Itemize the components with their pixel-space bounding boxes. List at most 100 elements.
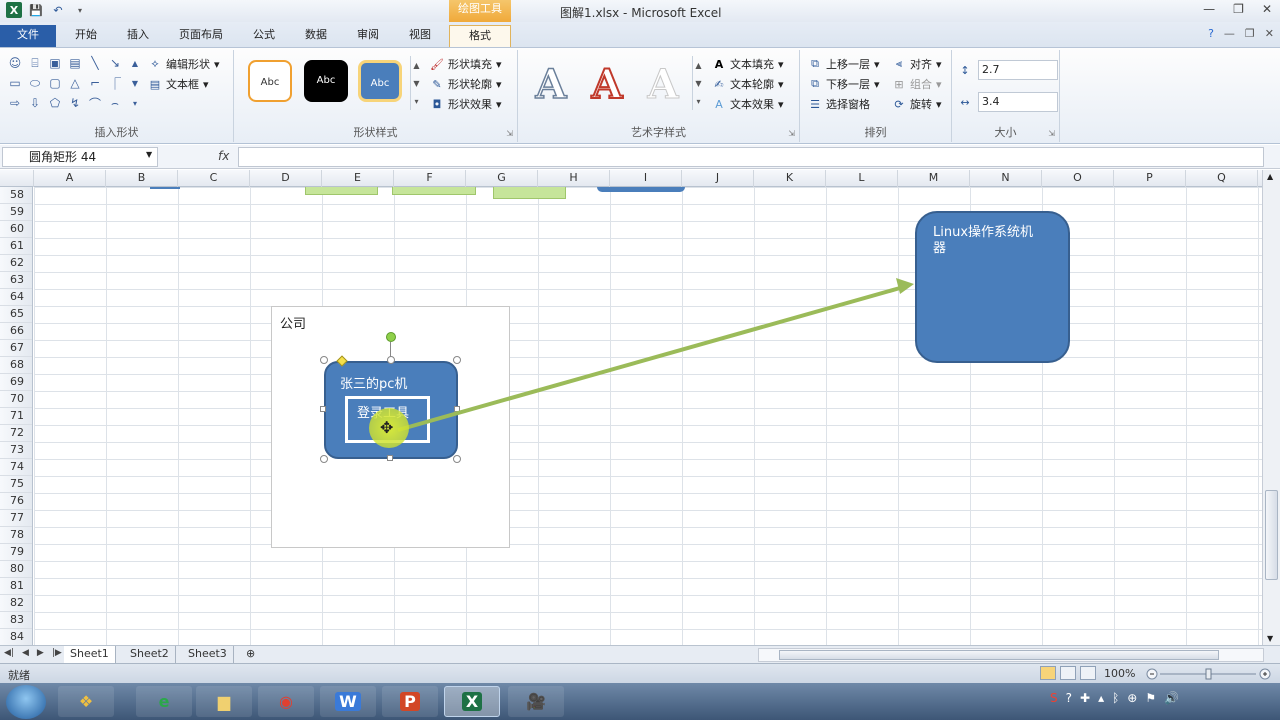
- column-header[interactable]: J: [682, 170, 754, 187]
- security-tray-icon[interactable]: ✚: [1080, 691, 1090, 705]
- linux-machine-shape[interactable]: Linux操作系统机器: [915, 211, 1070, 363]
- column-header[interactable]: B: [106, 170, 178, 187]
- tab-format[interactable]: 格式: [449, 25, 511, 47]
- close-button[interactable]: ✕: [1262, 2, 1272, 16]
- style-thumb-outline-orange[interactable]: Abc: [248, 60, 292, 102]
- row-header[interactable]: 72: [0, 425, 32, 442]
- text-fill-button[interactable]: A 文本填充 ▾: [712, 56, 784, 72]
- select-all-corner[interactable]: [0, 170, 34, 187]
- row-header[interactable]: 64: [0, 289, 32, 306]
- file-explorer-icon[interactable]: ▆: [196, 686, 252, 717]
- column-header[interactable]: D: [250, 170, 322, 187]
- recorder-icon[interactable]: 🎥: [508, 686, 564, 717]
- tab-review[interactable]: 审阅: [346, 25, 390, 47]
- row-header[interactable]: 68: [0, 357, 32, 374]
- resize-handle-w[interactable]: [320, 406, 326, 412]
- sheet-tab-1[interactable]: Sheet1: [64, 646, 116, 663]
- column-header[interactable]: E: [322, 170, 394, 187]
- row-header[interactable]: 60: [0, 221, 32, 238]
- row-header[interactable]: 62: [0, 255, 32, 272]
- volume-icon[interactable]: 🔊: [1164, 691, 1179, 705]
- group-objects-button[interactable]: ⊞ 组合 ▾: [892, 76, 941, 92]
- tab-home[interactable]: 开始: [64, 25, 108, 47]
- rotate-button[interactable]: ⟳ 旋转 ▾: [892, 96, 941, 112]
- column-header[interactable]: F: [394, 170, 466, 187]
- wordart-outline-blue[interactable]: A: [526, 60, 576, 110]
- size-launcher-icon[interactable]: ⇲: [1048, 129, 1055, 138]
- column-header[interactable]: L: [826, 170, 898, 187]
- cylinder-shape-icon[interactable]: ⌸: [26, 54, 44, 72]
- excel-logo-icon[interactable]: X: [6, 2, 22, 18]
- scroll-up-arrow-icon[interactable]: ▲: [1267, 172, 1273, 181]
- row-header[interactable]: 79: [0, 544, 32, 561]
- shape-height-input[interactable]: 2.7: [978, 60, 1058, 80]
- row-header[interactable]: 73: [0, 442, 32, 459]
- style-thumb-black[interactable]: Abc: [304, 60, 348, 102]
- row-header[interactable]: 69: [0, 374, 32, 391]
- column-header[interactable]: I: [610, 170, 682, 187]
- app-launcher-icon[interactable]: ❖: [58, 686, 114, 717]
- first-sheet-icon[interactable]: ◀|: [4, 648, 14, 658]
- row-header[interactable]: 61: [0, 238, 32, 255]
- help-tray-icon[interactable]: ?: [1066, 691, 1072, 705]
- zoom-slider[interactable]: [1146, 667, 1272, 681]
- row-header[interactable]: 76: [0, 493, 32, 510]
- insert-function-icon[interactable]: fx: [218, 149, 229, 163]
- down-arrow-shape-icon[interactable]: ⇩: [26, 94, 44, 112]
- powerpoint-icon[interactable]: P: [382, 686, 438, 717]
- picture-shape-icon[interactable]: ▤: [66, 54, 84, 72]
- excel-taskbar-icon[interactable]: X: [444, 686, 500, 717]
- column-header[interactable]: H: [538, 170, 610, 187]
- partial-green-shape[interactable]: [493, 187, 566, 199]
- smiley-shape-icon[interactable]: ☺: [6, 54, 24, 72]
- tab-view[interactable]: 视图: [398, 25, 442, 47]
- column-header[interactable]: Q: [1186, 170, 1258, 187]
- freeform-shape-icon[interactable]: ↯: [66, 94, 84, 112]
- shape-width-input[interactable]: 3.4: [978, 92, 1058, 112]
- resize-handle-nw[interactable]: [320, 356, 328, 364]
- style-thumb-blue-selected[interactable]: Abc: [358, 60, 402, 102]
- rounded-rect-shape-icon[interactable]: ▢: [46, 74, 64, 92]
- shape-outline-button[interactable]: ✎ 形状轮廓 ▾: [430, 76, 501, 92]
- sogou-ime-icon[interactable]: S: [1050, 691, 1058, 705]
- shape-style-gallery-scroll[interactable]: ▲ ▼ ▾: [410, 56, 422, 110]
- align-button[interactable]: ⫷ 对齐 ▾: [892, 56, 942, 72]
- normal-view-button[interactable]: [1040, 666, 1056, 680]
- edit-shape-button[interactable]: ⟡ 编辑形状 ▾: [148, 56, 219, 72]
- name-box-dropdown-icon[interactable]: ▼: [146, 150, 152, 159]
- help-icon[interactable]: ?: [1208, 27, 1214, 40]
- save-icon[interactable]: 💾: [28, 2, 44, 18]
- line-shape-icon[interactable]: ╲: [86, 54, 104, 72]
- bracket-shape-icon[interactable]: ⌢: [106, 94, 124, 112]
- column-header[interactable]: A: [34, 170, 106, 187]
- row-header[interactable]: 66: [0, 323, 32, 340]
- tab-data[interactable]: 数据: [294, 25, 338, 47]
- browser-360-icon[interactable]: e: [136, 686, 192, 717]
- tab-page-layout[interactable]: 页面布局: [168, 25, 234, 47]
- elbow-arrow-icon[interactable]: ⎾: [106, 74, 124, 92]
- zoom-level[interactable]: 100%: [1104, 667, 1135, 680]
- vertical-scrollbar[interactable]: ▲ ▼: [1262, 170, 1280, 645]
- wordart-outline-red[interactable]: A: [582, 60, 632, 110]
- network-icon[interactable]: ⊕: [1127, 691, 1137, 705]
- text-effects-button[interactable]: A 文本效果 ▾: [712, 96, 783, 112]
- pentagon-shape-icon[interactable]: ⬠: [46, 94, 64, 112]
- row-header[interactable]: 67: [0, 340, 32, 357]
- resize-handle-n[interactable]: [387, 356, 395, 364]
- restore-workbook-button[interactable]: ❐: [1245, 27, 1255, 40]
- text-outline-button[interactable]: ✍ 文本轮廓 ▾: [712, 76, 783, 92]
- row-header[interactable]: 78: [0, 527, 32, 544]
- scroll-down-icon[interactable]: ▼: [126, 74, 144, 92]
- text-box-button[interactable]: ▤ 文本框 ▾: [148, 76, 209, 92]
- row-header[interactable]: 63: [0, 272, 32, 289]
- selection-pane-button[interactable]: ☰ 选择窗格: [808, 96, 870, 112]
- triangle-shape-icon[interactable]: △: [66, 74, 84, 92]
- start-button[interactable]: [6, 685, 46, 719]
- bluetooth-icon[interactable]: ᛒ: [1112, 691, 1119, 705]
- undo-icon[interactable]: ↶: [50, 2, 66, 18]
- tab-insert[interactable]: 插入: [116, 25, 160, 47]
- right-arrow-shape-icon[interactable]: ⇨: [6, 94, 24, 112]
- bring-forward-button[interactable]: ⧉ 上移一层 ▾: [808, 56, 879, 72]
- close-workbook-button[interactable]: ✕: [1265, 27, 1274, 40]
- partial-blue-shape[interactable]: [597, 187, 685, 192]
